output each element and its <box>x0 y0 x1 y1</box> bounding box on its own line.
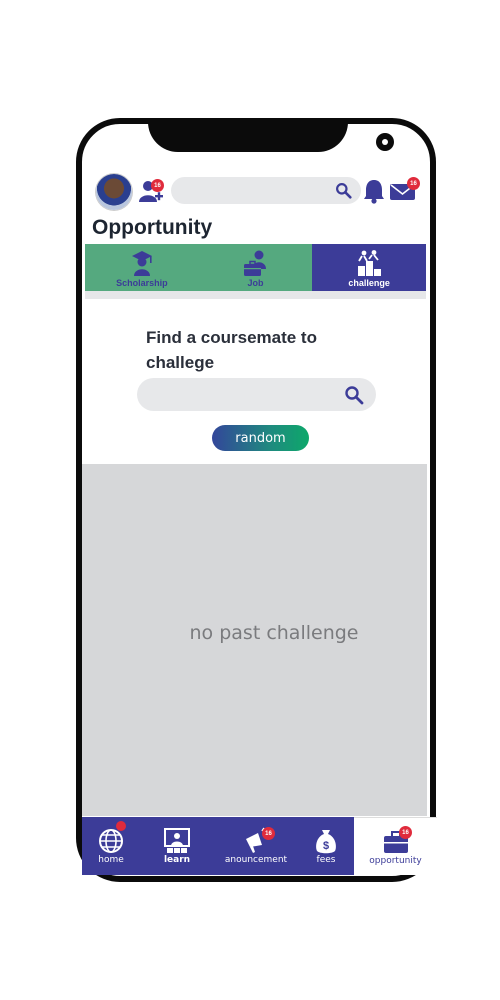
anouncement-badge: 16 <box>262 827 275 840</box>
coursemate-search-input[interactable] <box>137 378 376 411</box>
search-icon[interactable] <box>344 385 364 405</box>
bottom-nav: home learn 16 anouncement $ fees 16 oppo… <box>82 817 437 875</box>
classroom-icon <box>164 828 190 853</box>
page-title: Opportunity <box>92 216 213 239</box>
bell-icon[interactable] <box>362 178 386 204</box>
mail-badge: 16 <box>407 177 420 190</box>
nav-fees[interactable]: $ fees <box>298 817 354 875</box>
mail-button[interactable]: 16 <box>389 177 420 201</box>
nav-home-label: home <box>98 855 124 865</box>
briefcase-person-icon <box>243 250 266 276</box>
money-bag-icon: $ <box>316 830 336 854</box>
globe-icon <box>99 829 123 853</box>
find-coursemate-title: Find a coursemate to challege <box>146 328 317 372</box>
nav-learn-label: learn <box>163 855 191 865</box>
add-friend-button[interactable]: 16 <box>137 178 164 204</box>
challenge-icon <box>358 250 382 276</box>
graduate-icon <box>131 251 152 276</box>
opportunity-tabs: Scholarship Job challenge <box>85 244 427 291</box>
random-button[interactable]: random <box>212 425 309 451</box>
nav-opportunity-label: opportunity <box>369 855 422 866</box>
add-friend-badge: 16 <box>151 179 164 192</box>
nav-anouncement-label: anouncement <box>224 855 288 865</box>
nav-home[interactable]: home <box>82 817 140 875</box>
svg-text:$: $ <box>323 840 329 852</box>
phone-notch <box>148 118 348 152</box>
home-badge <box>116 821 126 831</box>
past-challenges-panel: no past challenge <box>82 464 427 816</box>
tab-challenge-label: challenge <box>348 278 390 288</box>
avatar[interactable] <box>96 174 132 210</box>
search-icon[interactable] <box>335 182 352 199</box>
tab-scholarship-label: Scholarship <box>116 278 168 288</box>
nav-anouncement[interactable]: 16 anouncement <box>214 817 298 875</box>
tab-job[interactable]: Job <box>198 244 313 291</box>
tab-challenge[interactable]: challenge <box>312 244 427 291</box>
opportunity-badge: 16 <box>399 826 412 839</box>
tab-scholarship[interactable]: Scholarship <box>85 244 199 291</box>
nav-opportunity[interactable]: 16 opportunity <box>354 817 437 875</box>
top-search-bar[interactable] <box>171 177 361 204</box>
nav-fees-label: fees <box>316 855 336 865</box>
nav-learn[interactable]: learn <box>140 817 214 875</box>
camera-icon <box>376 133 394 151</box>
empty-state-text: no past challenge <box>189 622 359 644</box>
tab-job-label: Job <box>247 278 264 288</box>
tabs-divider <box>85 291 426 299</box>
